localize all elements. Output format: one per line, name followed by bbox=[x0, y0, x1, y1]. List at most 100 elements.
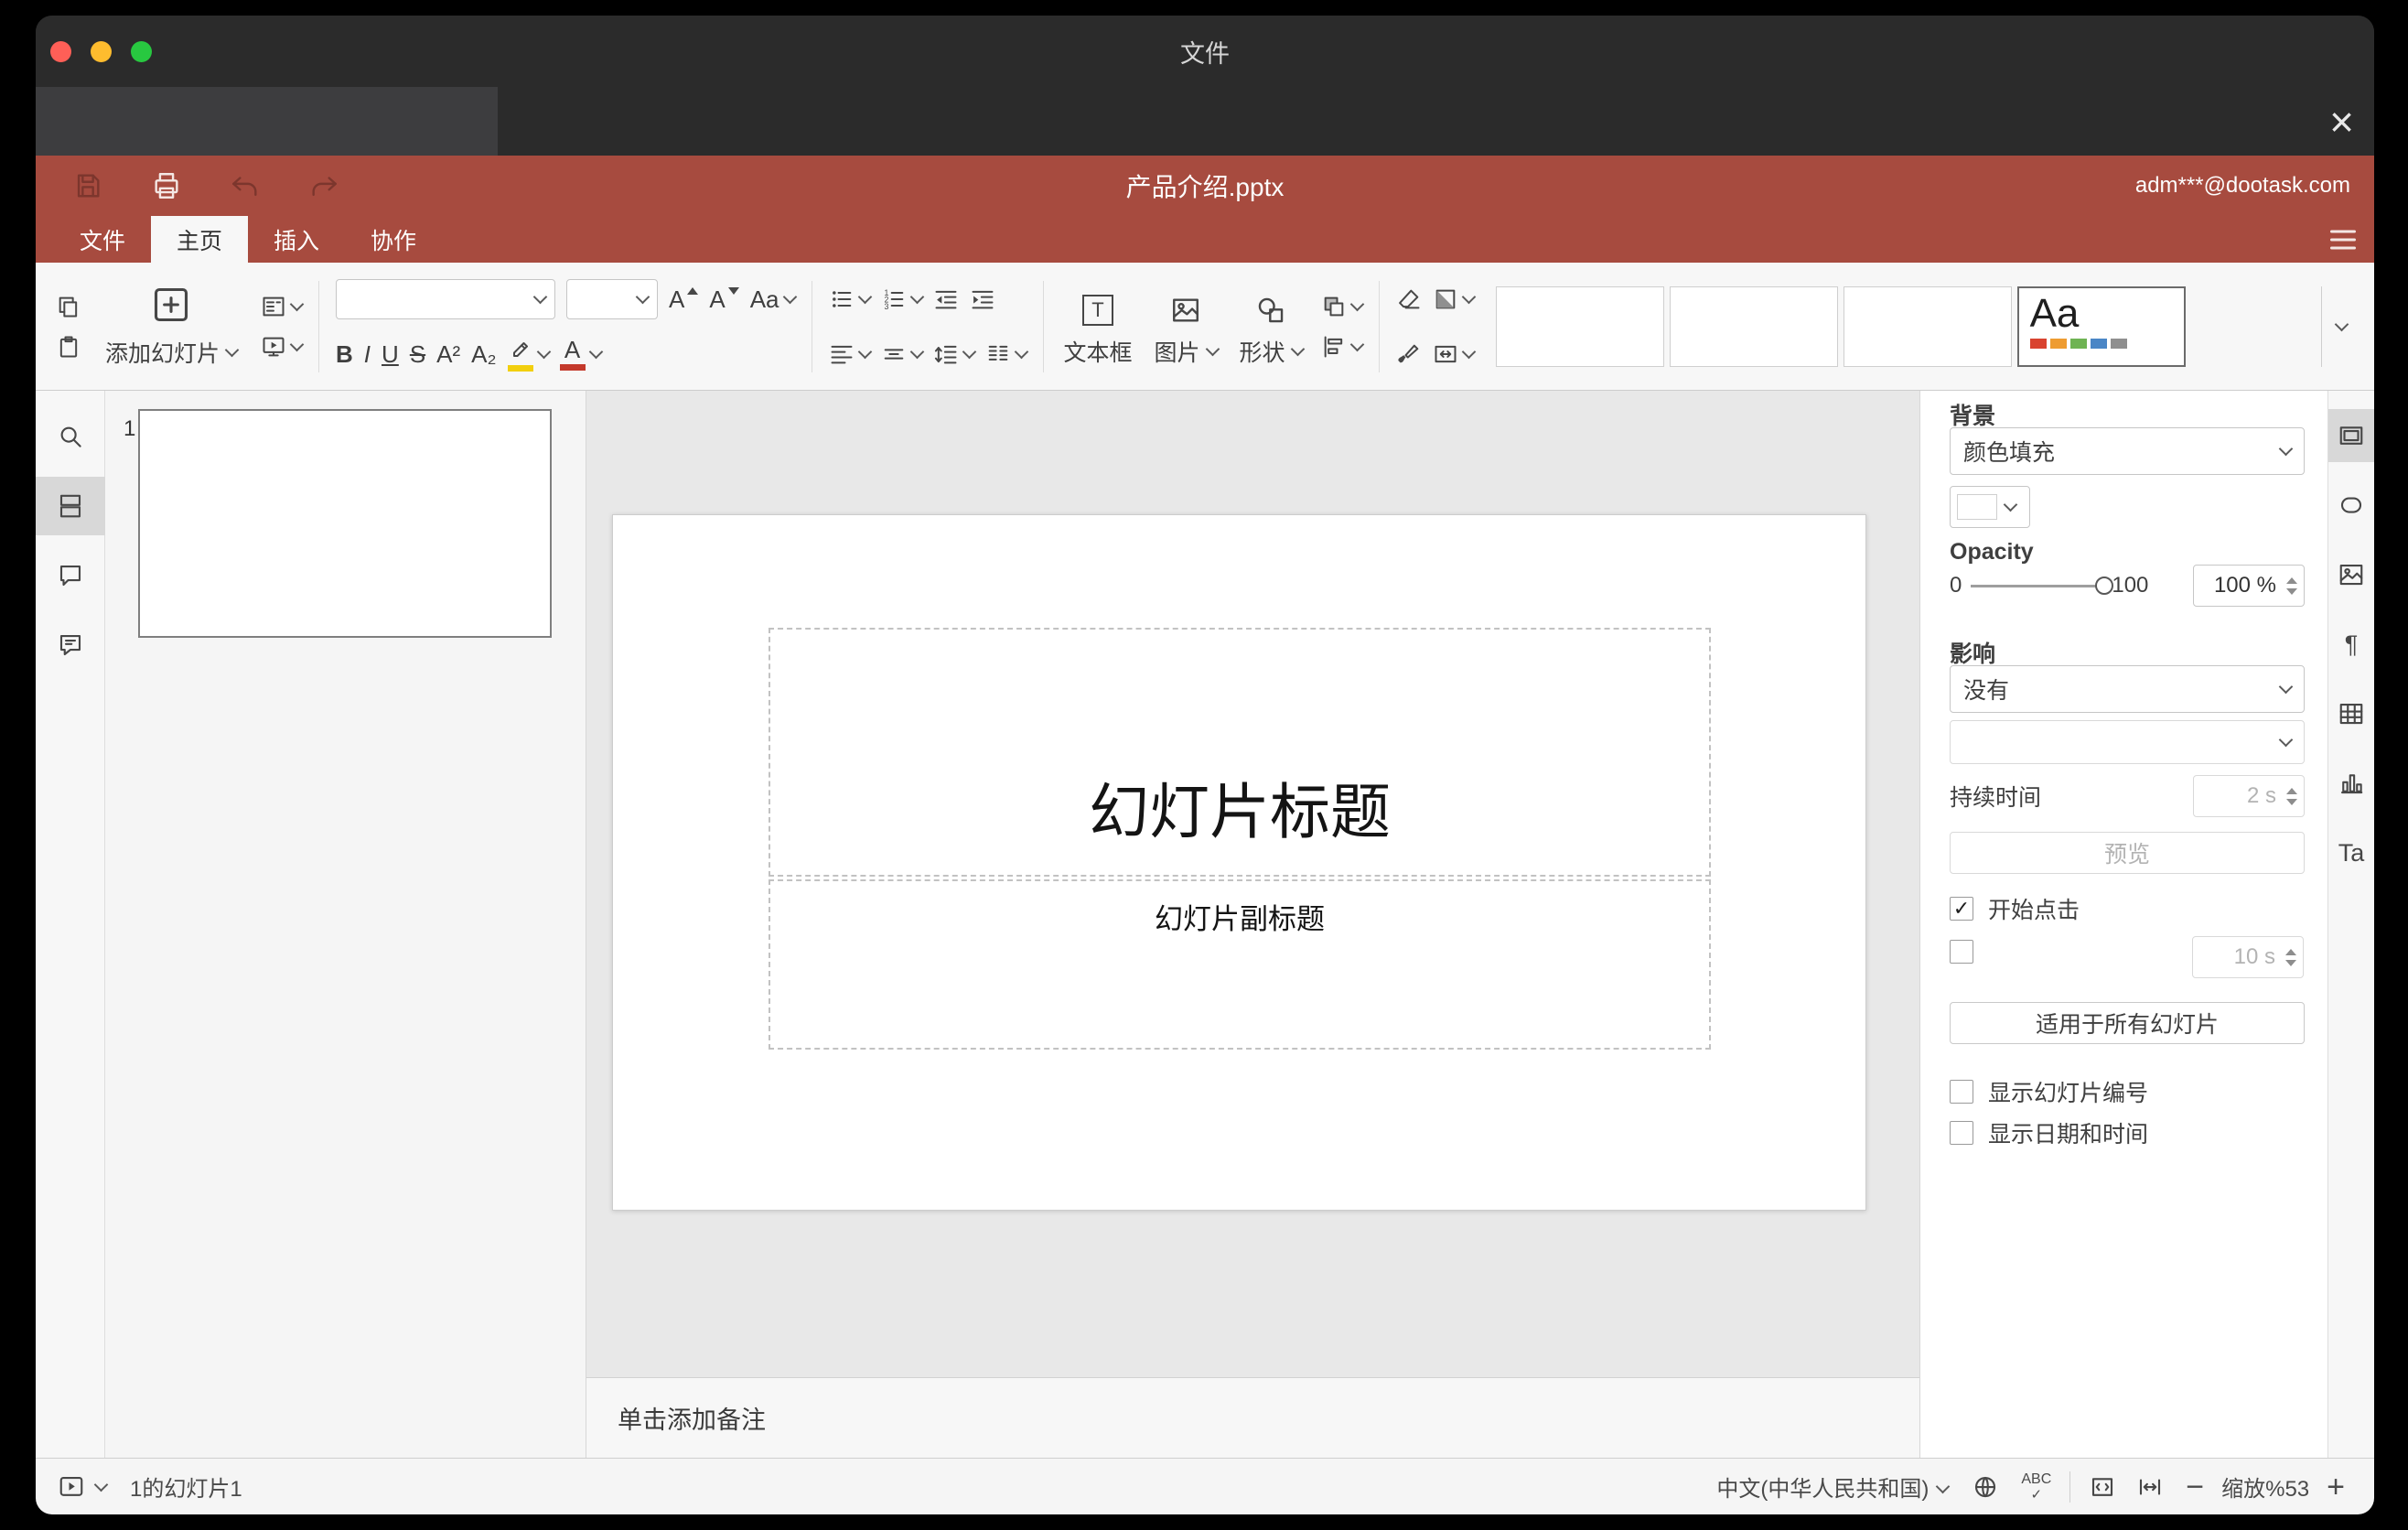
highlight-color-button[interactable] bbox=[507, 337, 551, 372]
editing-canvas[interactable]: 幻灯片标题 幻灯片副标题 bbox=[586, 391, 1919, 1377]
fit-slide-icon[interactable] bbox=[2089, 1473, 2116, 1501]
increase-indent-icon[interactable] bbox=[970, 286, 995, 312]
bold-button[interactable]: B bbox=[336, 342, 353, 366]
checkbox-unchecked[interactable] bbox=[1950, 1121, 1973, 1145]
chat-button[interactable] bbox=[36, 616, 105, 674]
duration-spinner[interactable]: 2 s bbox=[2193, 775, 2305, 817]
horizontal-align-button[interactable] bbox=[829, 341, 872, 367]
fill-color-button[interactable] bbox=[1433, 286, 1476, 312]
bullets-button[interactable] bbox=[829, 286, 872, 312]
spellcheck-icon[interactable]: ABC ✓ bbox=[2021, 1471, 2051, 1502]
superscript-button[interactable]: A² bbox=[436, 342, 460, 366]
gallery-expand-button[interactable] bbox=[2321, 286, 2361, 367]
opacity-spinner[interactable]: 100 % bbox=[2193, 565, 2305, 607]
decrease-indent-icon[interactable] bbox=[933, 286, 959, 312]
slider-handle[interactable] bbox=[2095, 576, 2114, 595]
insert-textbox-button[interactable]: T 文本框 bbox=[1053, 286, 1144, 368]
strikethrough-button[interactable]: S bbox=[410, 342, 425, 366]
arrange-shapes-button[interactable] bbox=[1321, 294, 1364, 319]
slides-panel-button[interactable] bbox=[36, 477, 105, 535]
language-selector[interactable]: 中文(中华人民共和国) bbox=[1716, 1471, 1929, 1503]
textart-settings-button[interactable]: Ta bbox=[2328, 826, 2375, 879]
checkbox-unchecked[interactable] bbox=[1950, 940, 1973, 964]
shape-settings-button[interactable] bbox=[2328, 479, 2375, 532]
checkbox-unchecked[interactable] bbox=[1950, 1080, 1973, 1104]
delay-row[interactable] bbox=[1950, 940, 1988, 964]
tab-home[interactable]: 主页 bbox=[151, 216, 249, 263]
redo-button[interactable] bbox=[308, 170, 339, 201]
close-traffic-button[interactable] bbox=[50, 40, 71, 62]
save-button[interactable] bbox=[72, 170, 103, 201]
delay-spinner[interactable]: 10 s bbox=[2192, 936, 2304, 978]
theme-thumbnail[interactable] bbox=[1495, 286, 1664, 367]
undo-button[interactable] bbox=[230, 170, 261, 201]
italic-button[interactable]: I bbox=[364, 342, 371, 366]
checkbox-checked[interactable]: ✓ bbox=[1950, 897, 1973, 921]
slide-size-button[interactable] bbox=[1433, 341, 1476, 367]
preview-button[interactable]: 预览 bbox=[1950, 832, 2305, 874]
effect-select[interactable]: 没有 bbox=[1950, 665, 2305, 713]
comments-button[interactable] bbox=[36, 546, 105, 605]
increase-font-button[interactable]: A bbox=[669, 286, 699, 311]
tab-insert[interactable]: 插入 bbox=[248, 216, 345, 263]
theme-thumbnail[interactable] bbox=[1669, 286, 1838, 367]
notes-area[interactable]: 单击添加备注 bbox=[586, 1377, 1919, 1458]
slide-subtitle-placeholder[interactable]: 幻灯片副标题 bbox=[769, 879, 1711, 1050]
clear-style-icon[interactable] bbox=[1396, 286, 1422, 312]
change-case-button[interactable]: Aa bbox=[750, 287, 797, 311]
insert-image-button[interactable]: 图片 bbox=[1144, 286, 1229, 368]
columns-button[interactable] bbox=[985, 341, 1028, 367]
insert-shape-button[interactable]: 形状 bbox=[1229, 286, 1314, 368]
vertical-align-button[interactable] bbox=[881, 341, 924, 367]
zoom-in-button[interactable]: + bbox=[2319, 1471, 2352, 1503]
font-size-combo[interactable] bbox=[566, 278, 659, 319]
hamburger-menu-icon[interactable] bbox=[2330, 230, 2356, 249]
chart-settings-button[interactable] bbox=[2328, 757, 2375, 810]
fit-width-icon[interactable] bbox=[2136, 1473, 2164, 1501]
underline-button[interactable]: U bbox=[382, 342, 399, 366]
chevron-down-icon[interactable] bbox=[93, 1477, 109, 1492]
theme-thumbnail[interactable] bbox=[1843, 286, 2012, 367]
subscript-button[interactable]: A₂ bbox=[471, 342, 496, 366]
slide-title-placeholder[interactable]: 幻灯片标题 bbox=[769, 628, 1711, 877]
tab-file[interactable]: 文件 bbox=[54, 216, 151, 263]
apply-to-all-button[interactable]: 适用于所有幻灯片 bbox=[1950, 1002, 2305, 1044]
search-button[interactable] bbox=[36, 407, 105, 466]
table-settings-button[interactable] bbox=[2328, 687, 2375, 740]
font-color-button[interactable]: A bbox=[559, 338, 603, 371]
show-slide-number-row[interactable]: 显示幻灯片编号 bbox=[1950, 1075, 2148, 1108]
decrease-font-button[interactable]: A bbox=[709, 286, 739, 311]
spinner-arrows[interactable] bbox=[2285, 937, 2296, 977]
numbering-button[interactable]: 123 bbox=[881, 286, 924, 312]
effect-option-select[interactable] bbox=[1950, 720, 2305, 764]
font-name-combo[interactable] bbox=[336, 278, 556, 319]
align-shapes-button[interactable] bbox=[1321, 334, 1364, 360]
opacity-slider[interactable] bbox=[1971, 576, 2114, 595]
start-slideshow-button[interactable] bbox=[261, 334, 305, 360]
slide-settings-button[interactable] bbox=[2327, 409, 2374, 462]
spinner-arrows[interactable] bbox=[2286, 566, 2297, 606]
zoom-traffic-button[interactable] bbox=[131, 40, 152, 62]
minimize-traffic-button[interactable] bbox=[91, 40, 112, 62]
copy-style-icon[interactable] bbox=[1396, 341, 1422, 367]
add-slide-button[interactable]: 添加幻灯片 bbox=[89, 285, 253, 369]
start-on-click-row[interactable]: ✓ 开始点击 bbox=[1950, 892, 2080, 925]
slide-thumbnail[interactable] bbox=[138, 409, 552, 638]
document-language-icon[interactable] bbox=[1972, 1473, 1999, 1501]
spinner-arrows[interactable] bbox=[2286, 776, 2297, 816]
tab-collaboration[interactable]: 协作 bbox=[345, 216, 442, 263]
line-spacing-button[interactable] bbox=[933, 341, 976, 367]
paste-icon[interactable] bbox=[56, 334, 81, 360]
fill-color-select[interactable] bbox=[1950, 486, 2030, 528]
slide-surface[interactable]: 幻灯片标题 幻灯片副标题 bbox=[612, 514, 1866, 1211]
paragraph-settings-button[interactable]: ¶ bbox=[2328, 618, 2375, 671]
start-slideshow-icon[interactable] bbox=[58, 1473, 85, 1501]
close-icon[interactable]: × bbox=[2329, 101, 2354, 143]
slide-layout-button[interactable] bbox=[261, 294, 305, 319]
theme-thumbnail-selected[interactable]: Aa bbox=[2016, 286, 2186, 367]
show-date-time-row[interactable]: 显示日期和时间 bbox=[1950, 1116, 2148, 1149]
image-settings-button[interactable] bbox=[2328, 548, 2375, 601]
copy-icon[interactable] bbox=[56, 294, 81, 319]
zoom-out-button[interactable]: − bbox=[2178, 1471, 2211, 1503]
print-button[interactable] bbox=[151, 170, 182, 201]
